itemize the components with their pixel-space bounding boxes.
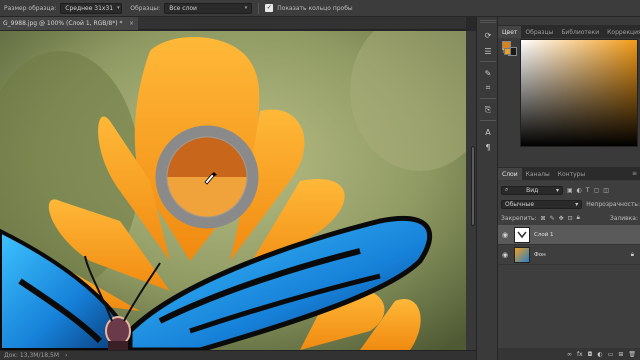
sampling-ring (155, 125, 259, 229)
lock-image-icon[interactable]: ✎ (550, 215, 555, 222)
chevron-down-icon: ▾ (244, 5, 248, 11)
sample-size-select[interactable]: Среднее 31x31 ▾ (60, 2, 123, 14)
layer-filter-value: Вид (526, 186, 539, 194)
divider (258, 2, 260, 14)
document-tab-bar: G_9988.jpg @ 100% (Слой 1, RGB/8*) * × (0, 17, 466, 30)
tab-adjustments[interactable]: Коррекция (603, 26, 640, 38)
tab-layers[interactable]: Слои (498, 168, 522, 180)
filter-shape-icon[interactable]: ▢ (594, 187, 600, 194)
adjustment-layer-icon[interactable]: ◐ (597, 351, 602, 358)
layers-panel: ⌕ Вид ▾ ▣ ◐ T ▢ ◫ Обычные ▾ Непрозрачнос… (498, 181, 640, 360)
layer-row[interactable]: ◉ Фон 🔒︎ (498, 245, 640, 265)
new-group-icon[interactable]: ▭ (608, 351, 614, 358)
link-layers-icon[interactable]: ∞ (567, 351, 572, 358)
layer-thumbnail (514, 246, 530, 263)
document-tab-title: G_9988.jpg @ 100% (Слой 1, RGB/8*) * (3, 20, 123, 27)
eye-icon[interactable]: ◉ (498, 251, 512, 259)
sample-size-value: Среднее 31x31 (65, 4, 114, 12)
opacity-label: Непрозрачность: (586, 200, 640, 208)
layer-name[interactable]: Фон (534, 252, 546, 258)
document-canvas[interactable] (0, 31, 466, 350)
lock-transparent-icon[interactable]: ⊠ (541, 215, 546, 222)
filter-smart-icon[interactable]: ◫ (603, 187, 609, 194)
brush-presets-icon[interactable]: ⌗ (481, 82, 495, 94)
chevron-down-icon: ▾ (555, 186, 559, 194)
filter-search-icon: ⌕ (505, 186, 509, 193)
sample-label: Образцы: (130, 4, 161, 12)
lock-label: Закрепить: (501, 214, 537, 222)
filter-type-icon[interactable]: T (586, 187, 590, 194)
new-layer-icon[interactable]: ⊞ (618, 351, 623, 358)
show-ring-label: Показать кольцо пробы (277, 4, 353, 12)
layer-thumbnail (514, 226, 530, 243)
tab-channels[interactable]: Каналы (522, 168, 554, 180)
document-size: Док: 13,3M/18,5M (4, 352, 60, 359)
filter-adjustment-icon[interactable]: ◐ (577, 187, 582, 194)
trash-icon[interactable]: 🗑︎ (628, 351, 636, 358)
lock-position-icon[interactable]: ✥ (559, 215, 564, 222)
sample-size-label: Размер образца: (4, 4, 57, 12)
show-ring-checkbox[interactable]: ✓ (265, 4, 274, 12)
right-panels: Цвет Образцы Библиотеки Коррекция ≡ ! Сл… (498, 17, 640, 360)
web-safe-color-swatch[interactable] (504, 48, 511, 55)
lock-icon: 🔒︎ (630, 250, 634, 258)
chevron-down-icon: ▾ (117, 5, 120, 11)
blend-mode-value: Обычные (505, 200, 535, 208)
canvas-scrollbar[interactable] (466, 31, 476, 350)
blend-mode-select[interactable]: Обычные ▾ (501, 199, 583, 209)
panel-dock-strip: ⟳ ☰ ✎ ⌗ ⎘ A ¶ (476, 17, 498, 360)
layer-name[interactable]: Слой 1 (534, 232, 554, 238)
paragraph-icon[interactable]: ¶ (481, 141, 495, 153)
filter-pixel-icon[interactable]: ▣ (567, 187, 573, 194)
layer-row[interactable]: ◉ Слой 1 (498, 225, 640, 245)
add-mask-icon[interactable]: ◘ (588, 351, 593, 358)
tab-libraries[interactable]: Библиотеки (557, 26, 603, 38)
sample-layers-select[interactable]: Все слои ▾ (164, 2, 253, 14)
lock-row: Закрепить: ⊠ ✎ ✥ ⊡ 🔒︎ Заливка: (498, 212, 640, 224)
layer-filter-row: ⌕ Вид ▾ ▣ ◐ T ▢ ◫ (498, 184, 640, 196)
chevron-down-icon: ▾ (575, 200, 579, 208)
options-bar: Размер образца: Среднее 31x31 ▾ Образцы:… (0, 0, 640, 17)
eye-icon[interactable]: ◉ (498, 231, 512, 239)
document-tab[interactable]: G_9988.jpg @ 100% (Слой 1, RGB/8*) * × (0, 17, 138, 30)
canvas-image (0, 31, 466, 350)
layer-filter-select[interactable]: ⌕ Вид ▾ (501, 185, 563, 195)
close-icon[interactable]: × (129, 20, 134, 27)
fill-label: Заливка: (609, 214, 638, 222)
scrollbar-thumb[interactable] (471, 146, 475, 226)
clone-source-icon[interactable]: ⎘ (481, 104, 495, 116)
dock-grip[interactable] (480, 20, 496, 23)
tab-color[interactable]: Цвет (498, 26, 522, 38)
layers-panel-tabs: Слои Каналы Контуры ≡ (498, 167, 640, 180)
tab-paths[interactable]: Контуры (554, 168, 589, 180)
layers-footer: ∞ fx ◘ ◐ ▭ ⊞ 🗑︎ (498, 348, 640, 360)
character-icon[interactable]: A (481, 126, 495, 138)
sample-layers-value: Все слои (169, 4, 197, 12)
lock-all-icon[interactable]: 🔒︎ (577, 214, 580, 222)
color-picker-field[interactable] (520, 39, 638, 147)
tab-swatches[interactable]: Образцы (521, 26, 557, 38)
brush-settings-icon[interactable]: ✎ (481, 67, 495, 79)
divider (480, 120, 496, 121)
properties-icon[interactable]: ☰ (481, 45, 495, 57)
color-panel-tabs: Цвет Образцы Библиотеки Коррекция ≡ (498, 25, 640, 38)
status-menu-arrow[interactable]: › (65, 352, 67, 359)
status-bar: Док: 13,3M/18,5M › (0, 350, 476, 360)
blend-row: Обычные ▾ Непрозрачность: (498, 198, 640, 210)
fg-bg-swatches[interactable] (502, 41, 518, 71)
lock-artboard-icon[interactable]: ⊡ (568, 215, 573, 222)
layer-style-icon[interactable]: fx (577, 351, 583, 358)
divider (480, 98, 496, 99)
history-icon[interactable]: ⟳ (481, 29, 495, 41)
divider (480, 61, 496, 62)
panel-menu-icon[interactable]: ≡ (632, 170, 637, 177)
